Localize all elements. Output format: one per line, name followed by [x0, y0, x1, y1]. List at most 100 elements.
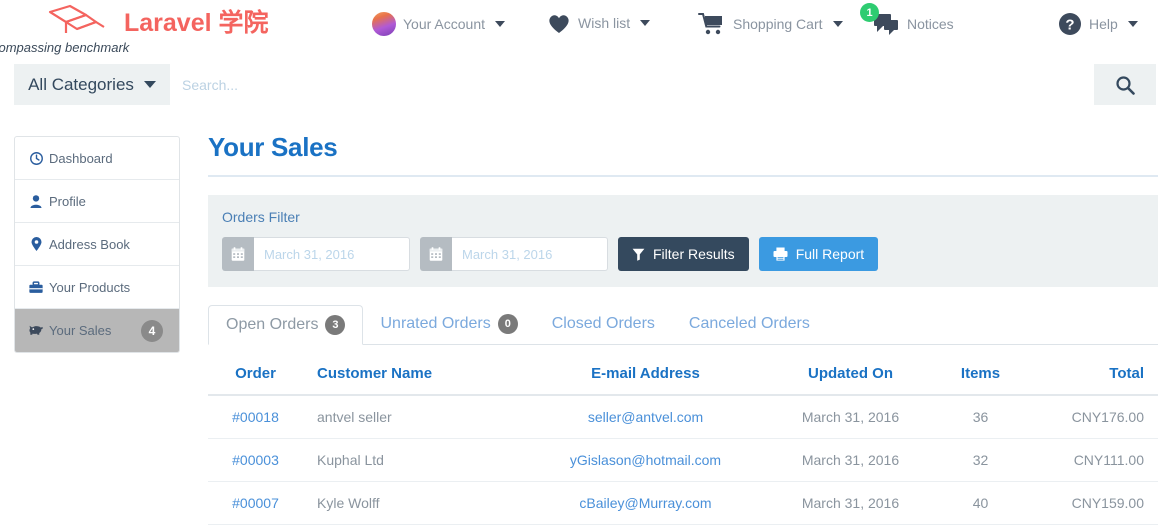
cell-total: CNY176.00 — [1023, 395, 1158, 439]
tab-open-orders-label: Open Orders — [226, 316, 319, 333]
cell-customer: Kyle Wolff — [303, 481, 528, 525]
cell-items: 40 — [938, 481, 1023, 525]
chevron-down-icon — [1127, 21, 1138, 27]
avatar-icon — [372, 12, 396, 36]
laravel-logo-icon — [48, 4, 105, 33]
cell-items: 36 — [938, 395, 1023, 439]
tab-unrated-orders-label: Unrated Orders — [380, 315, 491, 332]
sidebar-item-label: Your Sales — [49, 323, 112, 338]
sidebar-nav: Dashboard Profile Address Book Your Prod… — [14, 136, 180, 353]
order-link[interactable]: #00007 — [232, 495, 279, 511]
tab-closed-orders-label: Closed Orders — [551, 315, 655, 332]
cell-updated: March 31, 2016 — [763, 481, 938, 525]
date-to-group — [420, 237, 608, 271]
title-divider — [208, 175, 1158, 177]
search-submit-button[interactable] — [1094, 64, 1156, 105]
column-header-items: Items — [938, 351, 1023, 396]
nav-notices[interactable]: 1 Notices — [860, 3, 954, 36]
filter-results-label: Filter Results — [653, 246, 735, 262]
sidebar-item-label: Dashboard — [49, 150, 113, 166]
cell-order: #00018 — [208, 395, 303, 439]
cell-total: CNY111.00 — [1023, 438, 1158, 482]
date-from-input[interactable] — [254, 237, 410, 271]
cell-order: #00003 — [208, 438, 303, 482]
calendar-icon[interactable] — [222, 237, 254, 271]
tab-open-orders-badge: 3 — [325, 315, 346, 335]
cart-icon — [698, 13, 722, 35]
nav-your-account[interactable]: Your Account — [372, 12, 505, 36]
nav-shopping-cart-label: Shopping Cart — [733, 16, 823, 32]
search-icon — [1116, 75, 1135, 95]
user-icon — [29, 194, 43, 208]
tab-closed-orders[interactable]: Closed Orders — [535, 304, 672, 344]
cell-total: CNY159.00 — [1023, 481, 1158, 525]
orders-filter-legend: Orders Filter — [222, 209, 300, 225]
table-row[interactable]: #00018 antvel seller seller@antvel.com M… — [208, 395, 1158, 439]
date-from-group — [222, 237, 410, 271]
order-link[interactable]: #00018 — [232, 409, 279, 425]
sidebar-item-profile[interactable]: Profile — [15, 180, 179, 223]
brand-logo[interactable]: Laravel 学院 — [40, 2, 269, 40]
filter-results-button[interactable]: Filter Results — [618, 237, 749, 271]
sidebar-item-address-book[interactable]: Address Book — [15, 223, 179, 266]
sidebar-item-dashboard[interactable]: Dashboard — [15, 137, 179, 180]
email-link[interactable]: cBailey@Murray.com — [579, 495, 711, 511]
email-link[interactable]: seller@antvel.com — [588, 409, 703, 425]
cell-customer: antvel seller — [303, 395, 528, 439]
sidebar-item-your-sales[interactable]: Your Sales 4 — [15, 309, 179, 352]
column-header-order: Order — [208, 351, 303, 396]
piggy-bank-icon — [29, 324, 43, 337]
table-row[interactable]: #00007 Kyle Wolff cBailey@Murray.com Mar… — [208, 481, 1158, 525]
tagline-text: compassing benchmark — [0, 40, 130, 55]
order-link[interactable]: #00003 — [232, 452, 279, 468]
notices-icon-wrapper: 1 — [860, 3, 900, 36]
svg-text:?: ? — [1065, 17, 1074, 34]
cell-items: 32 — [938, 438, 1023, 482]
nav-your-account-label: Your Account — [403, 16, 485, 32]
tab-canceled-orders[interactable]: Canceled Orders — [672, 304, 827, 344]
cell-order: #00007 — [208, 481, 303, 525]
full-report-button[interactable]: Full Report — [758, 237, 879, 271]
cell-updated: March 31, 2016 — [763, 438, 938, 482]
orders-tabs: Open Orders 3 Unrated Orders 0 Closed Or… — [208, 305, 1158, 345]
search-input[interactable] — [170, 64, 1094, 105]
calendar-icon[interactable] — [420, 237, 452, 271]
nav-notices-label: Notices — [907, 16, 954, 32]
tab-unrated-orders[interactable]: Unrated Orders 0 — [363, 304, 534, 344]
table-row[interactable]: #00003 Kuphal Ltd yGislason@hotmail.com … — [208, 438, 1158, 482]
full-report-label: Full Report — [795, 246, 865, 262]
nav-wish-list[interactable]: Wish list — [547, 12, 651, 34]
clock-icon — [29, 151, 43, 165]
chevron-down-icon — [832, 21, 843, 27]
top-header: Laravel 学院 compassing benchmark Your Acc… — [0, 0, 1162, 60]
search-bar: All Categories — [14, 64, 1156, 105]
nav-shopping-cart[interactable]: Shopping Cart — [698, 12, 843, 36]
chevron-down-icon — [495, 21, 505, 27]
sidebar-item-badge: 4 — [141, 319, 163, 342]
nav-help[interactable]: ? Help — [1058, 12, 1138, 36]
nav-wish-list-label: Wish list — [578, 15, 631, 31]
email-link[interactable]: yGislason@hotmail.com — [570, 452, 721, 468]
cell-email: seller@antvel.com — [528, 395, 763, 439]
cell-email: yGislason@hotmail.com — [528, 438, 763, 482]
print-icon — [773, 247, 788, 261]
tab-open-orders[interactable]: Open Orders 3 — [208, 305, 364, 345]
orders-filter-panel: Orders Filter March 31, 2016 March 31, 2… — [208, 195, 1158, 287]
filter-icon — [632, 248, 645, 261]
category-dropdown-label: All Categories — [28, 74, 134, 94]
sidebar-item-label: Profile — [49, 193, 86, 209]
briefcase-icon — [29, 280, 43, 294]
heart-icon — [549, 15, 569, 33]
sidebar-item-your-products[interactable]: Your Products — [15, 266, 179, 309]
category-dropdown[interactable]: All Categories — [14, 64, 170, 105]
sidebar-item-label: Your Products — [49, 279, 131, 295]
cell-updated: March 31, 2016 — [763, 395, 938, 439]
sidebar-item-label: Address Book — [49, 236, 130, 252]
page-title: Your Sales — [208, 132, 338, 162]
column-header-updated: Updated On — [763, 351, 938, 396]
date-to-input[interactable] — [452, 237, 608, 271]
chevron-down-icon — [640, 20, 651, 26]
orders-filter-row: Filter Results Full Report — [222, 237, 1144, 271]
notices-count-badge: 1 — [860, 3, 879, 22]
question-circle-icon: ? — [1059, 13, 1081, 35]
